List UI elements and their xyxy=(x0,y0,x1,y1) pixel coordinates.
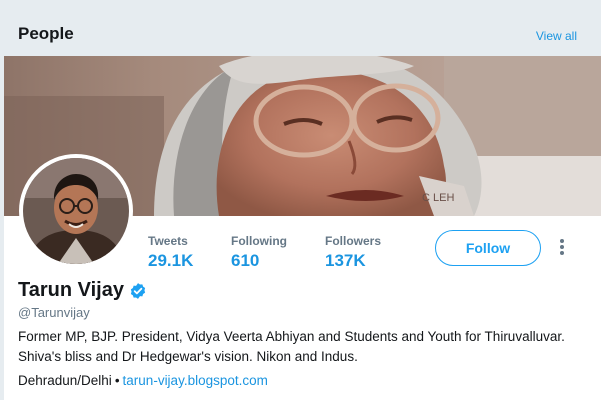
section-title: People xyxy=(18,24,74,43)
view-all-link[interactable]: View all xyxy=(536,29,577,43)
profile-bio: Former MP, BJP. President, Vidya Veerta … xyxy=(18,329,565,364)
name-row: Tarun Vijay xyxy=(18,279,147,302)
more-dot xyxy=(560,245,564,249)
profile-card[interactable]: C LEH Tweets 29.1K Following 610 Followe… xyxy=(4,56,601,400)
avatar-photo xyxy=(23,158,129,264)
svg-text:C LEH: C LEH xyxy=(422,192,454,204)
stat-tweets[interactable]: Tweets 29.1K xyxy=(148,234,193,271)
stat-followers-value: 137K xyxy=(325,251,366,270)
stat-following-label: Following xyxy=(231,234,287,248)
verified-badge-icon xyxy=(130,282,146,299)
section-header: People View all xyxy=(0,0,601,56)
stat-followers[interactable]: Followers 137K xyxy=(325,234,381,271)
stat-following-value: 610 xyxy=(231,251,260,270)
stat-tweets-value: 29.1K xyxy=(148,251,194,270)
location-row: Dehradun/Delhi • tarun-vijay.blogspot.com xyxy=(18,373,268,388)
profile-avatar[interactable] xyxy=(19,154,133,268)
people-module: People View all C LEH Tweets 29.1K Follo… xyxy=(0,0,601,400)
separator-dot: • xyxy=(114,373,120,388)
profile-handle[interactable]: @Tarunvijay xyxy=(18,305,90,320)
follow-button[interactable]: Follow xyxy=(435,230,541,266)
more-dot xyxy=(560,251,564,255)
more-options-icon[interactable] xyxy=(554,237,570,259)
profile-website-link[interactable]: tarun-vijay.blogspot.com xyxy=(123,373,268,388)
profile-location: Dehradun/Delhi xyxy=(18,373,112,388)
stat-followers-label: Followers xyxy=(325,234,382,248)
more-dot xyxy=(560,239,564,243)
stat-following[interactable]: Following 610 xyxy=(231,234,287,271)
stat-tweets-label: Tweets xyxy=(148,234,188,248)
display-name[interactable]: Tarun Vijay xyxy=(18,279,124,302)
